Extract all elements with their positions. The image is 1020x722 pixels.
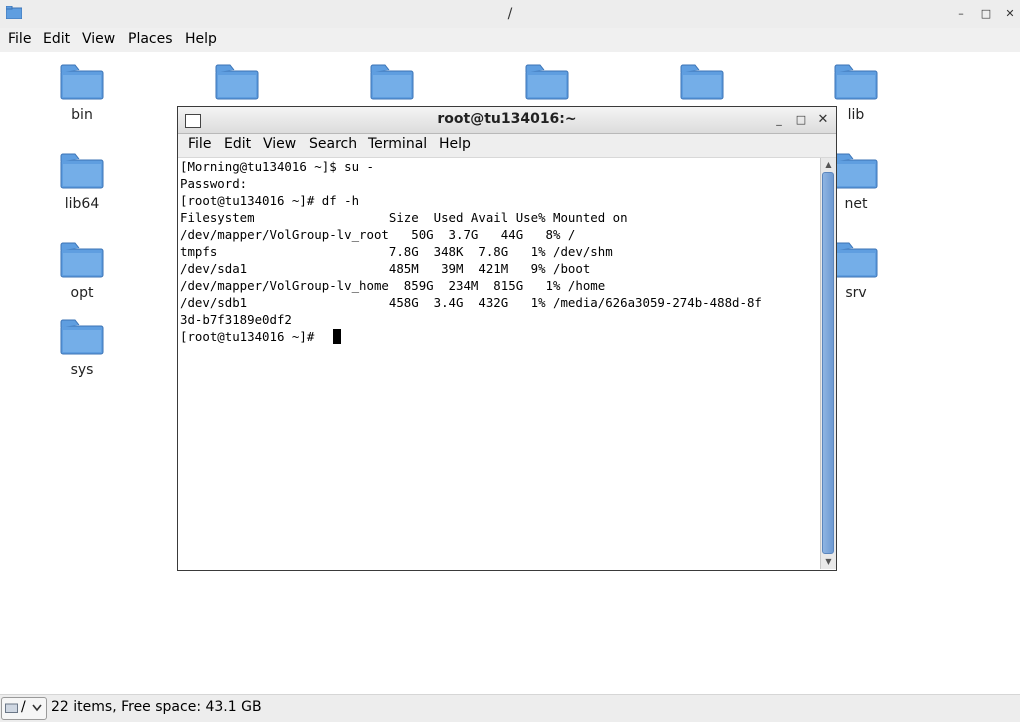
folder-icon <box>680 64 724 100</box>
folder-icon <box>525 64 569 100</box>
terminal-line: /dev/mapper/VolGroup-lv_home 859G 234M 8… <box>180 278 606 293</box>
terminal-line: tmpfs 7.8G 348K 7.8G 1% /dev/shm <box>180 244 613 259</box>
status-text: 22 items, Free space: 43.1 GB <box>51 699 262 715</box>
menu-help[interactable]: Help <box>185 31 217 47</box>
status-bar: / 22 items, Free space: 43.1 GB <box>0 694 1020 722</box>
menu-places[interactable]: Places <box>128 31 173 47</box>
folder-label: lib64 <box>64 196 100 212</box>
folder-label: bin <box>71 107 93 123</box>
menu-search[interactable]: Search <box>309 136 357 152</box>
maximize-button[interactable]: □ <box>792 111 810 129</box>
menu-edit[interactable]: Edit <box>224 136 251 152</box>
folder-label: opt <box>70 285 94 301</box>
folder-icon <box>215 64 259 100</box>
folder-icon <box>60 242 104 278</box>
terminal-line: /dev/sdb1 458G 3.4G 432G 1% /media/626a3… <box>180 295 762 310</box>
menu-file[interactable]: File <box>8 31 31 47</box>
drive-icon <box>5 703 18 713</box>
folder-icon <box>60 64 104 100</box>
terminal-line: 3d-b7f3189e0df2 <box>180 312 292 327</box>
file-manager-titlebar: / – □ ✕ <box>0 0 1020 29</box>
folder-icon <box>834 242 878 278</box>
terminal-cursor <box>333 329 341 344</box>
path-combo-box[interactable]: / <box>1 697 47 720</box>
menu-terminal[interactable]: Terminal <box>368 136 427 152</box>
terminal-line: Password: <box>180 176 248 191</box>
path-combo-label: / <box>21 699 26 715</box>
folder-item-bin[interactable]: bin <box>34 52 130 123</box>
folder-item-opt[interactable]: opt <box>34 230 130 301</box>
minimize-button[interactable]: – <box>952 5 970 23</box>
terminal-title: root@tu134016:~ <box>437 111 577 127</box>
menu-file[interactable]: File <box>188 136 211 152</box>
menu-help[interactable]: Help <box>439 136 471 152</box>
terminal-menubar: File Edit View Search Terminal Help <box>178 134 836 158</box>
scroll-up-arrow-icon[interactable]: ▲ <box>822 159 835 171</box>
terminal-prompt-line: [root@tu134016 ~]# <box>180 329 322 344</box>
menu-view[interactable]: View <box>82 31 115 47</box>
terminal-line: [root@tu134016 ~]# df -h <box>180 193 360 208</box>
menu-view[interactable]: View <box>263 136 296 152</box>
folder-icon <box>834 153 878 189</box>
terminal-output[interactable]: [Morning@tu134016 ~]$ su - Password: [ro… <box>178 158 820 570</box>
terminal-scrollbar[interactable]: ▲ ▼ <box>820 158 836 569</box>
scrollbar-thumb[interactable] <box>822 172 834 554</box>
folder-icon <box>60 153 104 189</box>
file-manager-menubar: File Edit View Places Help <box>0 28 1020 52</box>
close-button[interactable]: ✕ <box>1001 5 1019 23</box>
terminal-titlebar[interactable]: root@tu134016:~ _ □ ✕ <box>178 107 836 134</box>
folder-icon <box>60 319 104 355</box>
scroll-down-arrow-icon[interactable]: ▼ <box>822 556 835 568</box>
folder-label: sys <box>70 362 94 378</box>
window-title: / <box>507 6 513 22</box>
maximize-button[interactable]: □ <box>977 5 995 23</box>
folder-item-lib64[interactable]: lib64 <box>34 141 130 212</box>
terminal-window: root@tu134016:~ _ □ ✕ File Edit View Sea… <box>177 106 837 571</box>
folder-icon <box>370 64 414 100</box>
minimize-button[interactable]: _ <box>770 111 788 129</box>
folder-icon <box>834 64 878 100</box>
folder-item-sys[interactable]: sys <box>34 307 130 378</box>
close-button[interactable]: ✕ <box>814 111 832 129</box>
terminal-line: [Morning@tu134016 ~]$ su - <box>180 159 374 174</box>
terminal-line: Filesystem Size Used Avail Use% Mounted … <box>180 210 628 225</box>
chevron-down-icon <box>32 704 42 712</box>
terminal-line: /dev/mapper/VolGroup-lv_root 50G 3.7G 44… <box>180 227 576 242</box>
menu-edit[interactable]: Edit <box>43 31 70 47</box>
terminal-line: /dev/sda1 485M 39M 421M 9% /boot <box>180 261 591 276</box>
